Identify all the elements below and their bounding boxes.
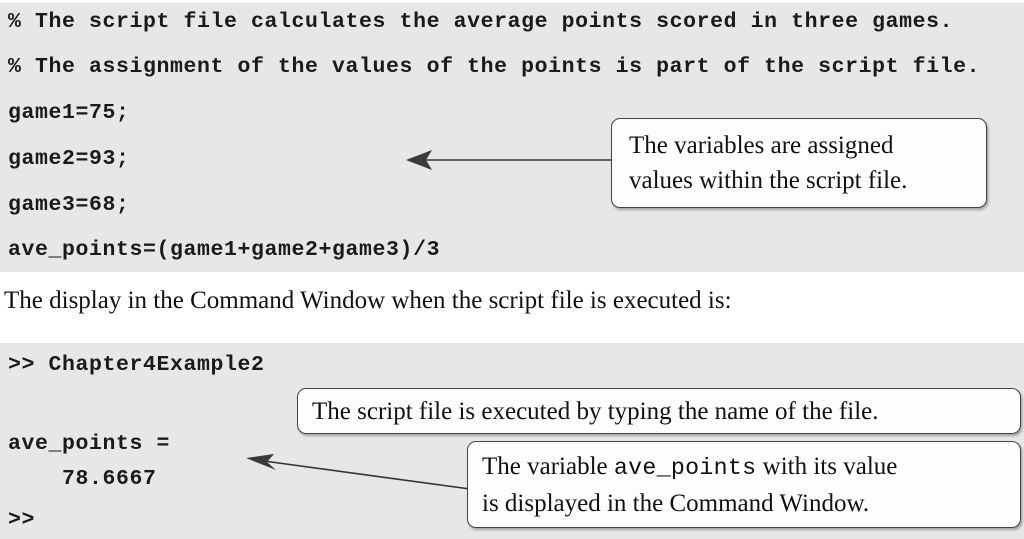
leader-arrow-variables (406, 150, 612, 170)
callout-displayed-line-2: is displayed in the Command Window. (482, 490, 870, 517)
code-line-ave-points: ave_points=(game1+game2+game3)/3 (8, 238, 441, 262)
callout-variables-line-1: The variables are assigned (629, 132, 894, 159)
callout-executed-line-1: The script file is executed by typing th… (312, 398, 879, 425)
command-line-prompt: >> (8, 508, 36, 532)
code-line-comment-1: % The script file calculates the average… (8, 10, 954, 34)
leader-arrow-displayed (246, 454, 471, 490)
command-line-variable-name: ave_points = (8, 432, 171, 456)
callout-displayed-line-1: The variable ave_points with its value (482, 449, 1020, 486)
code-line-game3: game3=68; (8, 193, 130, 217)
callout-variables-assigned: The variables are assigned values within… (611, 118, 987, 208)
code-line-game2: game2=93; (8, 147, 130, 171)
callout-script-executed: The script file is executed by typing th… (297, 388, 1021, 434)
code-line-game1: game1=75; (8, 101, 130, 125)
prose-display-sentence: The display in the Command Window when t… (4, 287, 732, 314)
callout-displayed-variable-name: ave_points (613, 455, 757, 481)
command-line-invocation: >> Chapter4Example2 (8, 353, 265, 377)
callout-displayed-text-before: The variable (482, 453, 608, 480)
callout-variables-line-2: values within the script file. (629, 167, 908, 194)
callout-displayed-text-after: with its value (762, 453, 898, 480)
callout-variable-displayed: The variable ave_points with its value i… (467, 441, 1021, 528)
page-root: % The script file calculates the average… (0, 0, 1024, 539)
command-line-value: 78.6667 (8, 467, 157, 491)
code-line-comment-2: % The assignment of the values of the po… (8, 55, 981, 79)
